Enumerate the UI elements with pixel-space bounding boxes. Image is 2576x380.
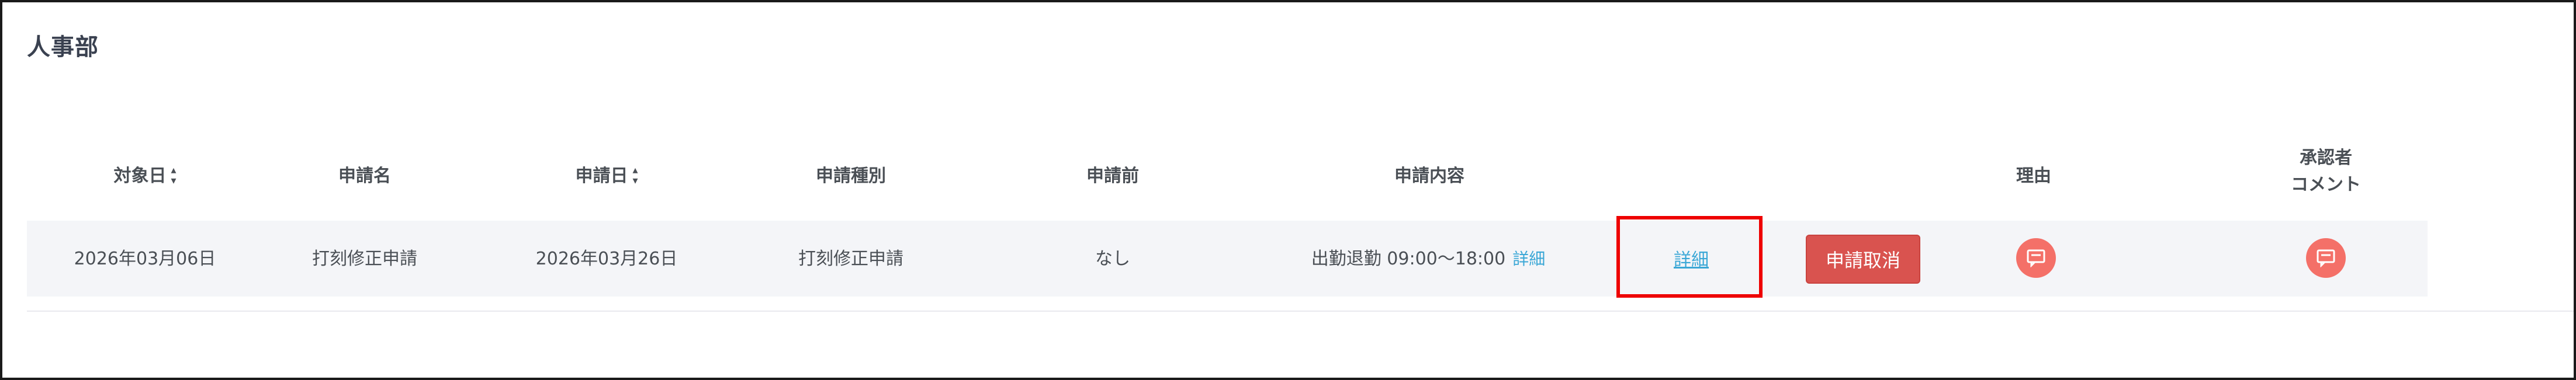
sort-icon[interactable]: ▴ ▾ (632, 165, 638, 186)
highlight-box (1616, 216, 1763, 298)
header-before: 申請前 (1086, 166, 1139, 186)
header-content: 申請内容 (1394, 166, 1464, 186)
cell-before: なし (1095, 249, 1130, 269)
header-reason: 理由 (2016, 166, 2051, 186)
content-detail-link[interactable]: 詳細 (1512, 249, 1545, 269)
page-frame: 人事部 対象日 ▴ ▾ 申請名 申請日 ▴ ▾ 申請種別 申請前 申請内容 理由 承認者… (0, 0, 2576, 380)
header-approver-comment: 承認者 コメント (2291, 145, 2361, 198)
cell-request-date: 2026年03月26日 (535, 249, 678, 269)
cell-target-date: 2026年03月06日 (74, 249, 216, 269)
sort-icon[interactable]: ▴ ▾ (171, 165, 176, 186)
header-label-line2: コメント (2291, 175, 2361, 195)
cancel-request-button[interactable]: 申請取消 (1806, 235, 1920, 284)
cell-request-name: 打刻修正申請 (312, 249, 417, 269)
cell-content: 出勤退勤 09:00～18:00 詳細 (1311, 244, 1545, 270)
header-label-line1: 承認者 (2300, 148, 2352, 168)
header-request-name: 申請名 (338, 166, 391, 186)
reason-comment-button[interactable] (2016, 238, 2056, 278)
header-label: 申請日 (575, 166, 628, 186)
comment-icon (2317, 249, 2335, 267)
header-request-type: 申請種別 (816, 166, 886, 186)
department-title: 人事部 (27, 34, 99, 61)
header-target-date[interactable]: 対象日 ▴ ▾ (113, 161, 176, 187)
content-text: 出勤退勤 09:00～18:00 (1311, 249, 1506, 269)
header-request-date[interactable]: 申請日 ▴ ▾ (575, 161, 638, 187)
comment-icon (2027, 249, 2045, 267)
row-divider (27, 311, 2574, 312)
header-label: 対象日 (113, 166, 167, 186)
approver-comment-button[interactable] (2306, 238, 2346, 278)
cell-request-type: 打刻修正申請 (798, 249, 903, 269)
